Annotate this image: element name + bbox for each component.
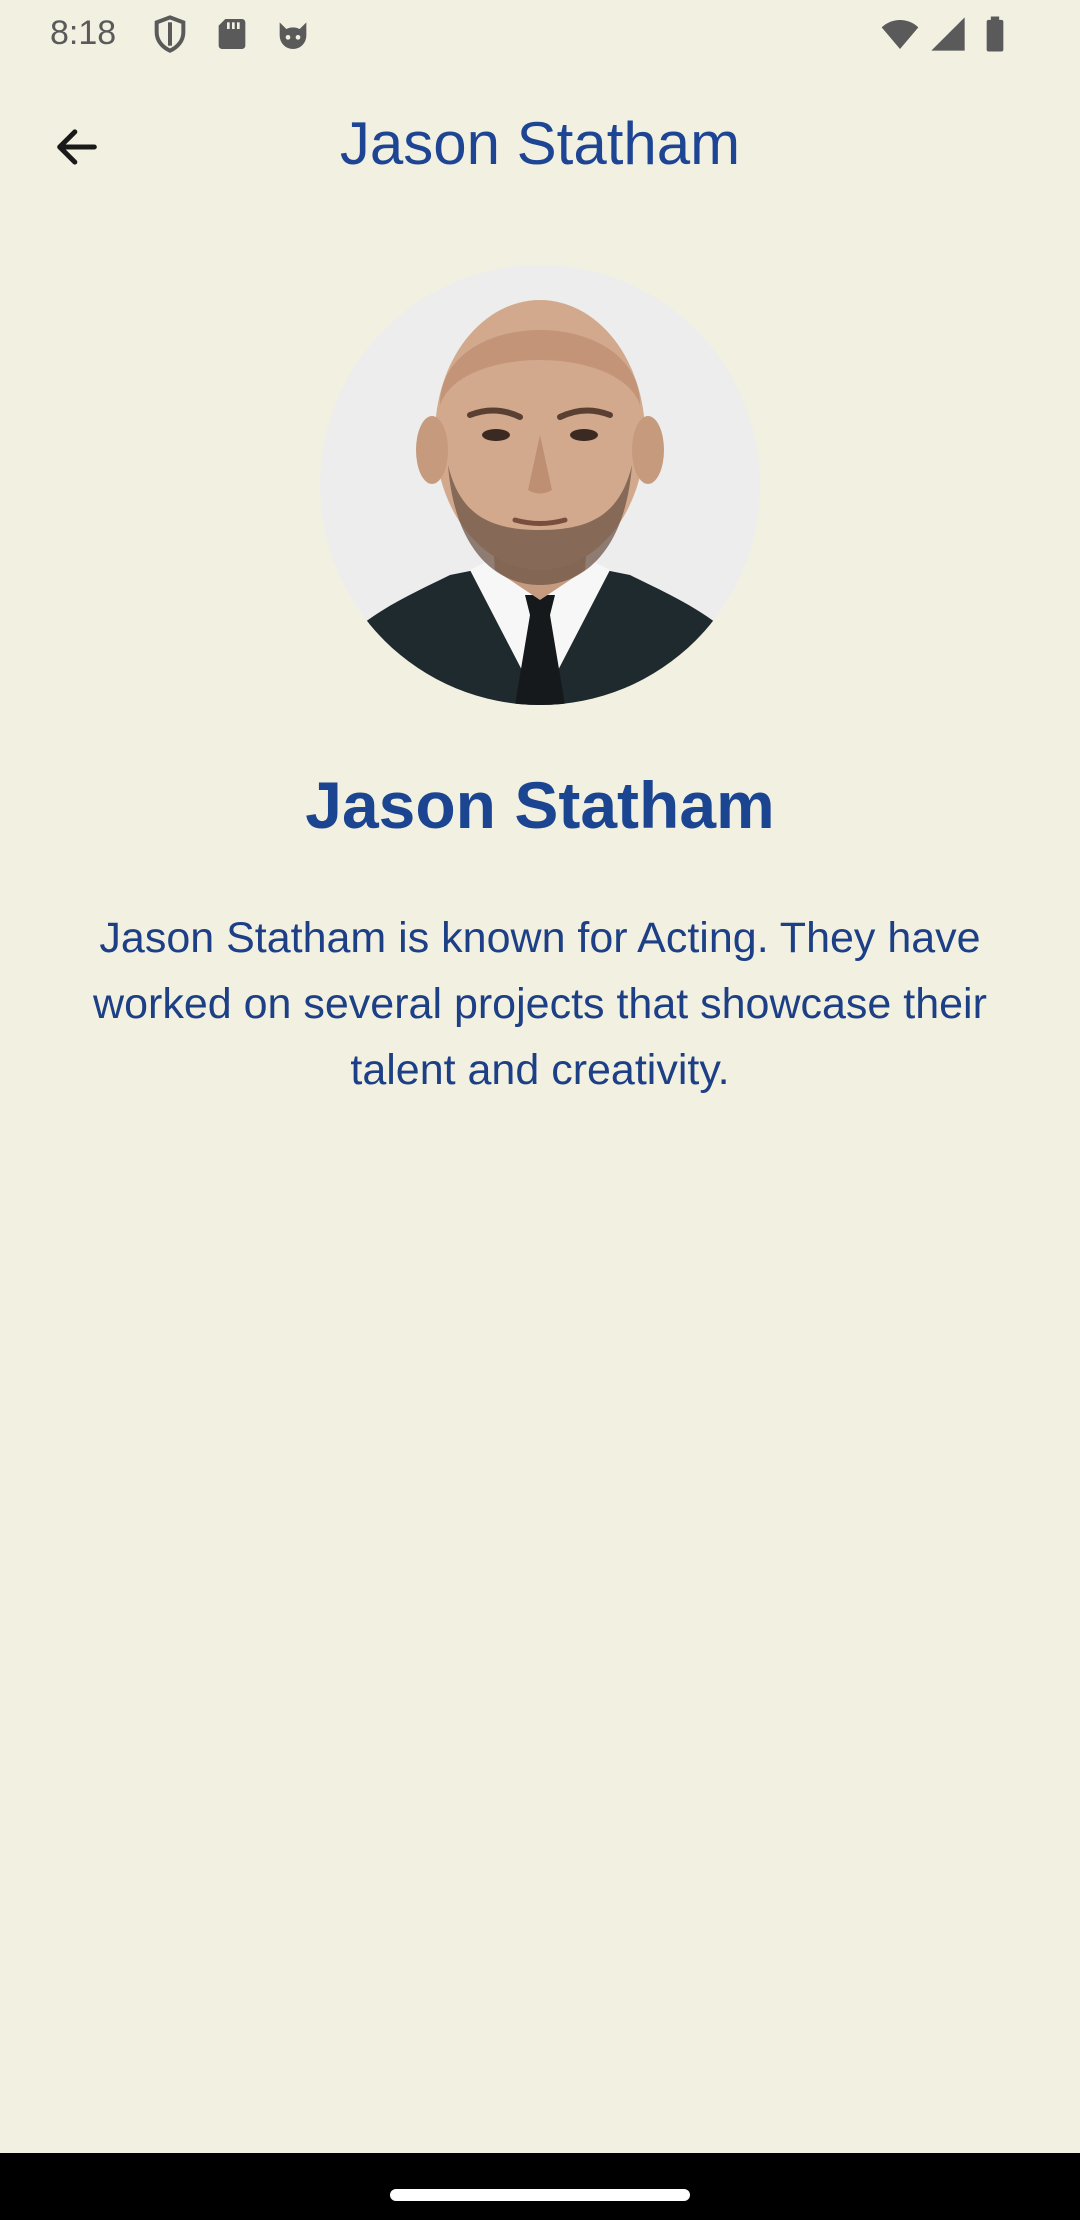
cellular-signal-icon: [928, 14, 968, 54]
status-bar: 8:18: [0, 0, 1080, 66]
navigation-bar: [0, 2153, 1080, 2220]
shield-icon: [150, 14, 190, 54]
app-bar: Jason Statham: [0, 80, 1080, 205]
home-indicator[interactable]: [390, 2189, 690, 2201]
cat-face-icon: [273, 14, 313, 54]
status-time: 8:18: [50, 14, 117, 52]
avatar: [320, 265, 760, 705]
person-name: Jason Statham: [305, 768, 775, 842]
sd-card-icon: [212, 14, 252, 54]
wifi-icon: [880, 14, 920, 54]
person-photo: [320, 265, 760, 705]
page-title: Jason Statham: [339, 110, 741, 177]
person-bio: Jason Statham is known for Acting. They …: [93, 914, 987, 1094]
battery-icon: [975, 14, 1015, 54]
